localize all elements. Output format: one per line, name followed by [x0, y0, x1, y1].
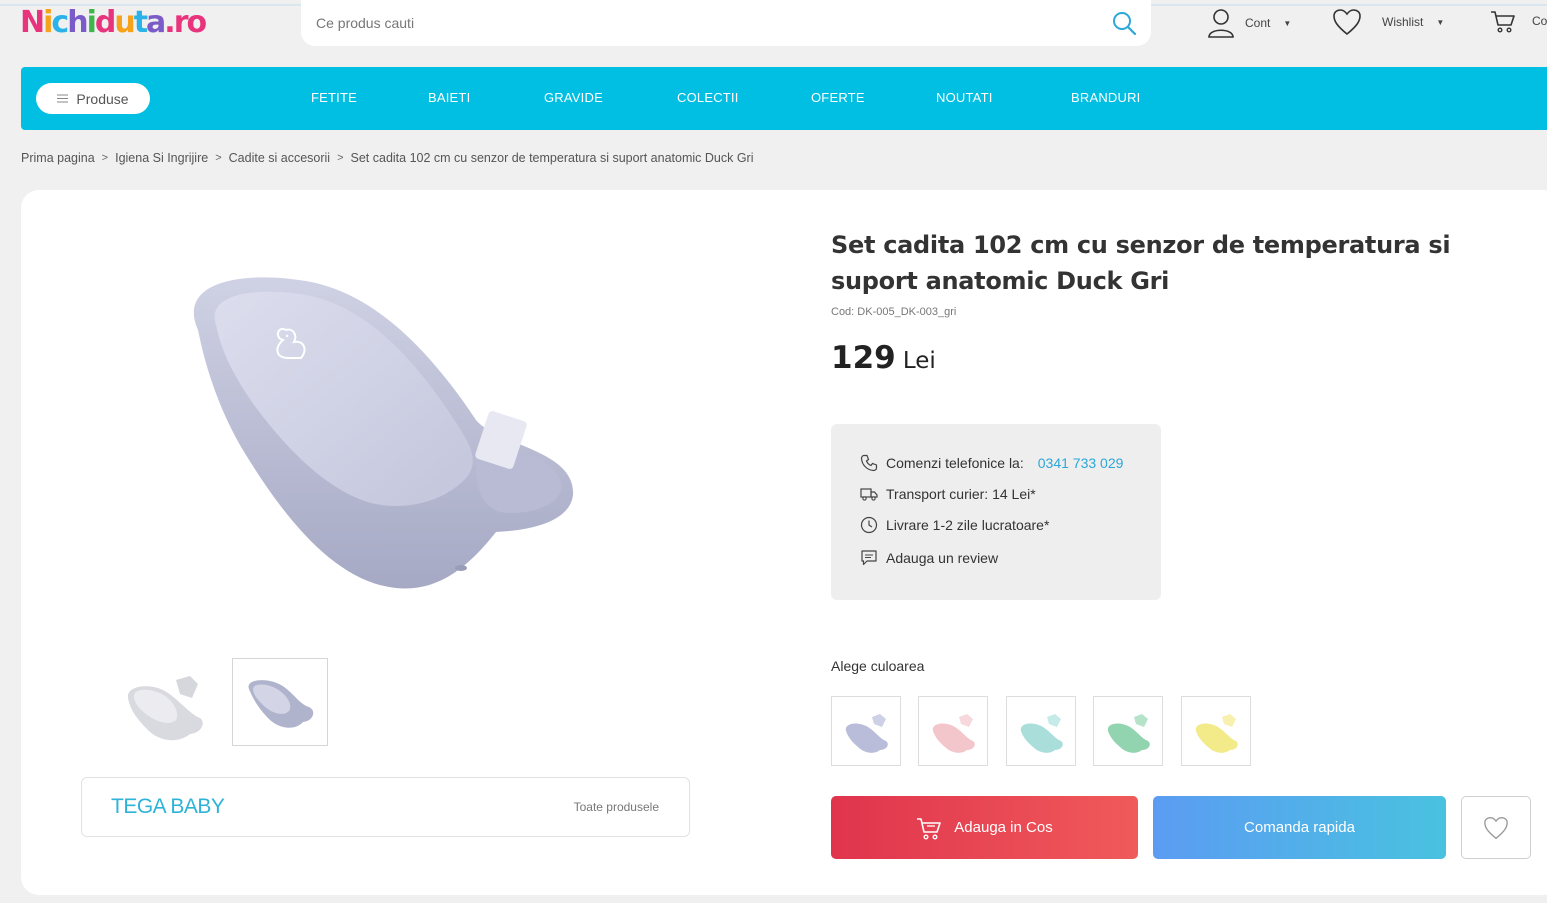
breadcrumb-item[interactable]: Cadite si accesorii	[229, 151, 330, 165]
chevron-right-icon: >	[337, 152, 344, 164]
account-label: Cont	[1245, 16, 1271, 30]
add-review-link[interactable]: Adauga un review	[886, 550, 998, 566]
product-code: Cod: DK-005_DK-003_gri	[831, 306, 957, 318]
cart-icon	[917, 817, 942, 840]
heart-icon	[1484, 816, 1508, 839]
shipping-info-box: Comenzi telefonice la: 0341 733 029 Tran…	[831, 424, 1161, 600]
main-navigation: Produse FETITE BAIETI GRAVIDE COLECTII O…	[21, 67, 1547, 130]
delivery-text: Livrare 1-2 zile lucratoare*	[886, 517, 1050, 533]
heart-icon	[1333, 9, 1361, 36]
nav-link-baieti[interactable]: BAIETI	[428, 90, 470, 105]
add-to-cart-label: Adauga in Cos	[954, 819, 1053, 836]
products-menu-label: Produse	[76, 90, 129, 107]
delivery-row: Livrare 1-2 zile lucratoare*	[860, 516, 1049, 534]
chevron-right-icon: >	[215, 152, 222, 164]
add-to-wishlist-button[interactable]	[1461, 796, 1531, 859]
wishlist-label: Wishlist	[1382, 15, 1424, 29]
wishlist-menu[interactable]: Wishlist ▼	[1332, 8, 1444, 36]
nav-link-fetite[interactable]: FETITE	[311, 90, 357, 105]
yellow-bathtub-image	[1195, 714, 1238, 753]
color-swatch-roz[interactable]	[918, 696, 988, 766]
phone-label: Comenzi telefonice la:	[886, 455, 1024, 471]
breadcrumb-item[interactable]: Igiena Si Ingrijire	[115, 151, 208, 165]
phone-icon	[860, 454, 878, 472]
green-bathtub-image	[1107, 714, 1150, 753]
price-amount: 129	[831, 340, 896, 376]
product-thumbnail-active[interactable]	[232, 658, 328, 746]
chevron-down-icon: ▼	[1436, 17, 1445, 27]
quick-order-label: Comanda rapida	[1244, 819, 1355, 836]
site-logo[interactable]: Nichiduta.ro	[20, 4, 207, 42]
clock-icon	[860, 516, 878, 534]
nav-link-noutati[interactable]: NOUTATI	[936, 90, 993, 105]
color-swatch-verde[interactable]	[1093, 696, 1163, 766]
pink-bathtub-image	[932, 714, 975, 753]
user-icon	[1208, 9, 1234, 38]
product-price: 129 Lei	[831, 340, 936, 376]
product-main-image[interactable]	[136, 220, 632, 640]
turquoise-bathtub-image	[1020, 714, 1063, 753]
search-bar	[301, 0, 1151, 46]
transport-text: Transport curier: 14 Lei*	[886, 486, 1036, 502]
product-title: Set cadita 102 cm cu senzor de temperatu…	[831, 231, 1451, 295]
cart-icon	[1491, 11, 1515, 33]
comment-icon	[861, 550, 877, 566]
breadcrumb-item[interactable]: Prima pagina	[21, 151, 95, 165]
phone-order-row: Comenzi telefonice la: 0341 733 029	[860, 454, 1123, 472]
nav-link-colectii[interactable]: COLECTII	[677, 90, 739, 105]
product-thumbnail[interactable]	[118, 658, 214, 746]
breadcrumb-current: Set cadita 102 cm cu senzor de temperatu…	[350, 151, 754, 165]
nav-link-oferte[interactable]: OFERTE	[811, 90, 865, 105]
truck-icon	[860, 488, 878, 501]
transport-row: Transport curier: 14 Lei*	[860, 485, 1036, 503]
phone-number-link[interactable]: 0341 733 029	[1038, 455, 1124, 471]
chevron-right-icon: >	[101, 152, 109, 164]
nav-link-gravide[interactable]: GRAVIDE	[544, 90, 603, 105]
products-menu-button[interactable]: Produse	[36, 83, 150, 114]
add-to-cart-button[interactable]: Adauga in Cos	[831, 796, 1138, 859]
color-swatch-gri[interactable]	[831, 696, 901, 766]
chevron-down-icon: ▼	[1283, 18, 1292, 28]
brand-box: TEGA BABY Toate produsele	[81, 777, 690, 837]
bathtub-image	[248, 680, 314, 728]
review-row[interactable]: Adauga un review	[860, 549, 998, 567]
gray-bathtub-image	[845, 714, 888, 753]
bathtub-with-support-image	[127, 676, 203, 741]
cart-label: Co	[1532, 14, 1547, 28]
color-selector-label: Alege culoarea	[831, 658, 925, 674]
color-swatch-galben[interactable]	[1181, 696, 1251, 766]
search-icon[interactable]	[1111, 10, 1137, 36]
menu-icon	[57, 94, 69, 103]
price-currency: Lei	[902, 348, 936, 374]
quick-order-button[interactable]: Comanda rapida	[1153, 796, 1446, 859]
search-input[interactable]	[316, 12, 1096, 34]
nav-link-branduri[interactable]: BRANDURI	[1071, 90, 1141, 105]
account-menu[interactable]: Cont ▼	[1207, 8, 1291, 38]
brand-name[interactable]: TEGA BABY	[111, 795, 225, 819]
cart-menu[interactable]: Co	[1490, 8, 1547, 34]
breadcrumb: Prima pagina > Igiena Si Ingrijire > Cad…	[21, 151, 753, 165]
brand-all-products-link[interactable]: Toate produsele	[574, 800, 659, 814]
color-swatch-turcoaz[interactable]	[1006, 696, 1076, 766]
